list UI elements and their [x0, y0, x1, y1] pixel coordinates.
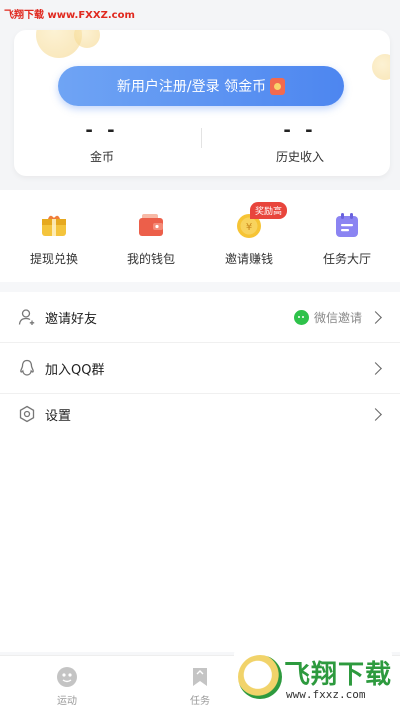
watermark-top: 飞翔下载 www.FXXZ.com — [4, 10, 135, 21]
chevron-right-icon — [369, 361, 382, 375]
watermark-main-text: 飞翔下载 — [284, 660, 392, 690]
history-income-value: - - — [283, 120, 317, 141]
red-packet-icon — [270, 77, 286, 95]
tab-sport-label: 运动 — [57, 696, 77, 707]
quick-action-task-hall[interactable]: 任务大厅 — [307, 210, 387, 267]
coins-stat[interactable]: - - 金币 — [22, 120, 182, 165]
qq-icon — [18, 359, 36, 377]
quick-action-invite-earn-label: 邀请赚钱 — [224, 252, 273, 266]
coins-label: 金币 — [89, 150, 114, 164]
tab-tasks-label: 任务 — [190, 696, 210, 707]
quick-action-withdraw-label: 提现兑换 — [29, 252, 78, 266]
watermark-url-text: www.fxxz.com — [286, 688, 366, 701]
chevron-right-icon — [369, 310, 382, 324]
list-item-label: 设置 — [45, 408, 72, 424]
wallet-icon — [136, 210, 166, 240]
wechat-icon — [293, 309, 309, 325]
wechat-invite-label: 微信邀请 — [313, 310, 362, 325]
wechat-invite-link[interactable]: 微信邀请 — [293, 309, 362, 326]
quick-actions: 提现兑换 我的钱包 ¥ 奖励高 邀请赚钱 任务大厅 — [0, 190, 400, 282]
tab-sport[interactable]: 运动 — [32, 666, 102, 707]
list-item-label: 邀请好友 — [45, 311, 98, 327]
bookmark-icon — [189, 666, 211, 688]
history-income-label: 历史收入 — [275, 150, 324, 164]
add-user-icon — [18, 308, 36, 326]
list-item-invite-friends[interactable]: 邀请好友 微信邀请 — [0, 292, 400, 342]
list-item-label: 加入QQ群 — [45, 362, 105, 378]
watermark-bottom: 飞翔下载 www.fxxz.com — [234, 650, 392, 708]
watermark-logo-icon — [238, 655, 282, 699]
task-calendar-icon — [332, 210, 362, 240]
settings-list: 邀请好友 微信邀请 加入QQ群 设置 — [0, 292, 400, 652]
coin-decoration-icon — [372, 54, 390, 80]
account-card: 新用户注册/登录 领金币 - - 金币 - - 历史收入 — [14, 30, 390, 176]
list-item-join-qq-group[interactable]: 加入QQ群 — [0, 343, 400, 393]
register-login-button[interactable]: 新用户注册/登录 领金币 — [58, 66, 344, 106]
history-income-stat[interactable]: - - 历史收入 — [220, 120, 380, 165]
tab-tasks[interactable]: 任务 — [165, 666, 235, 707]
run-icon — [56, 666, 78, 688]
svg-text:¥: ¥ — [246, 222, 252, 233]
gift-box-icon — [39, 210, 69, 240]
stat-divider — [201, 128, 202, 148]
settings-icon — [18, 405, 36, 423]
reward-high-badge: 奖励高 — [250, 202, 288, 219]
quick-action-task-hall-label: 任务大厅 — [322, 252, 371, 266]
quick-action-withdraw[interactable]: 提现兑换 — [14, 210, 94, 267]
coin-icon: ¥ 奖励高 — [234, 202, 288, 240]
coins-value: - - — [85, 120, 119, 141]
quick-action-wallet[interactable]: 我的钱包 — [111, 210, 191, 267]
list-item-settings[interactable]: 设置 — [0, 389, 400, 439]
quick-action-wallet-label: 我的钱包 — [126, 252, 175, 266]
chevron-right-icon — [369, 407, 382, 421]
register-login-label: 新用户注册/登录 领金币 — [116, 79, 267, 95]
quick-action-invite-earn[interactable]: ¥ 奖励高 邀请赚钱 — [209, 202, 289, 267]
